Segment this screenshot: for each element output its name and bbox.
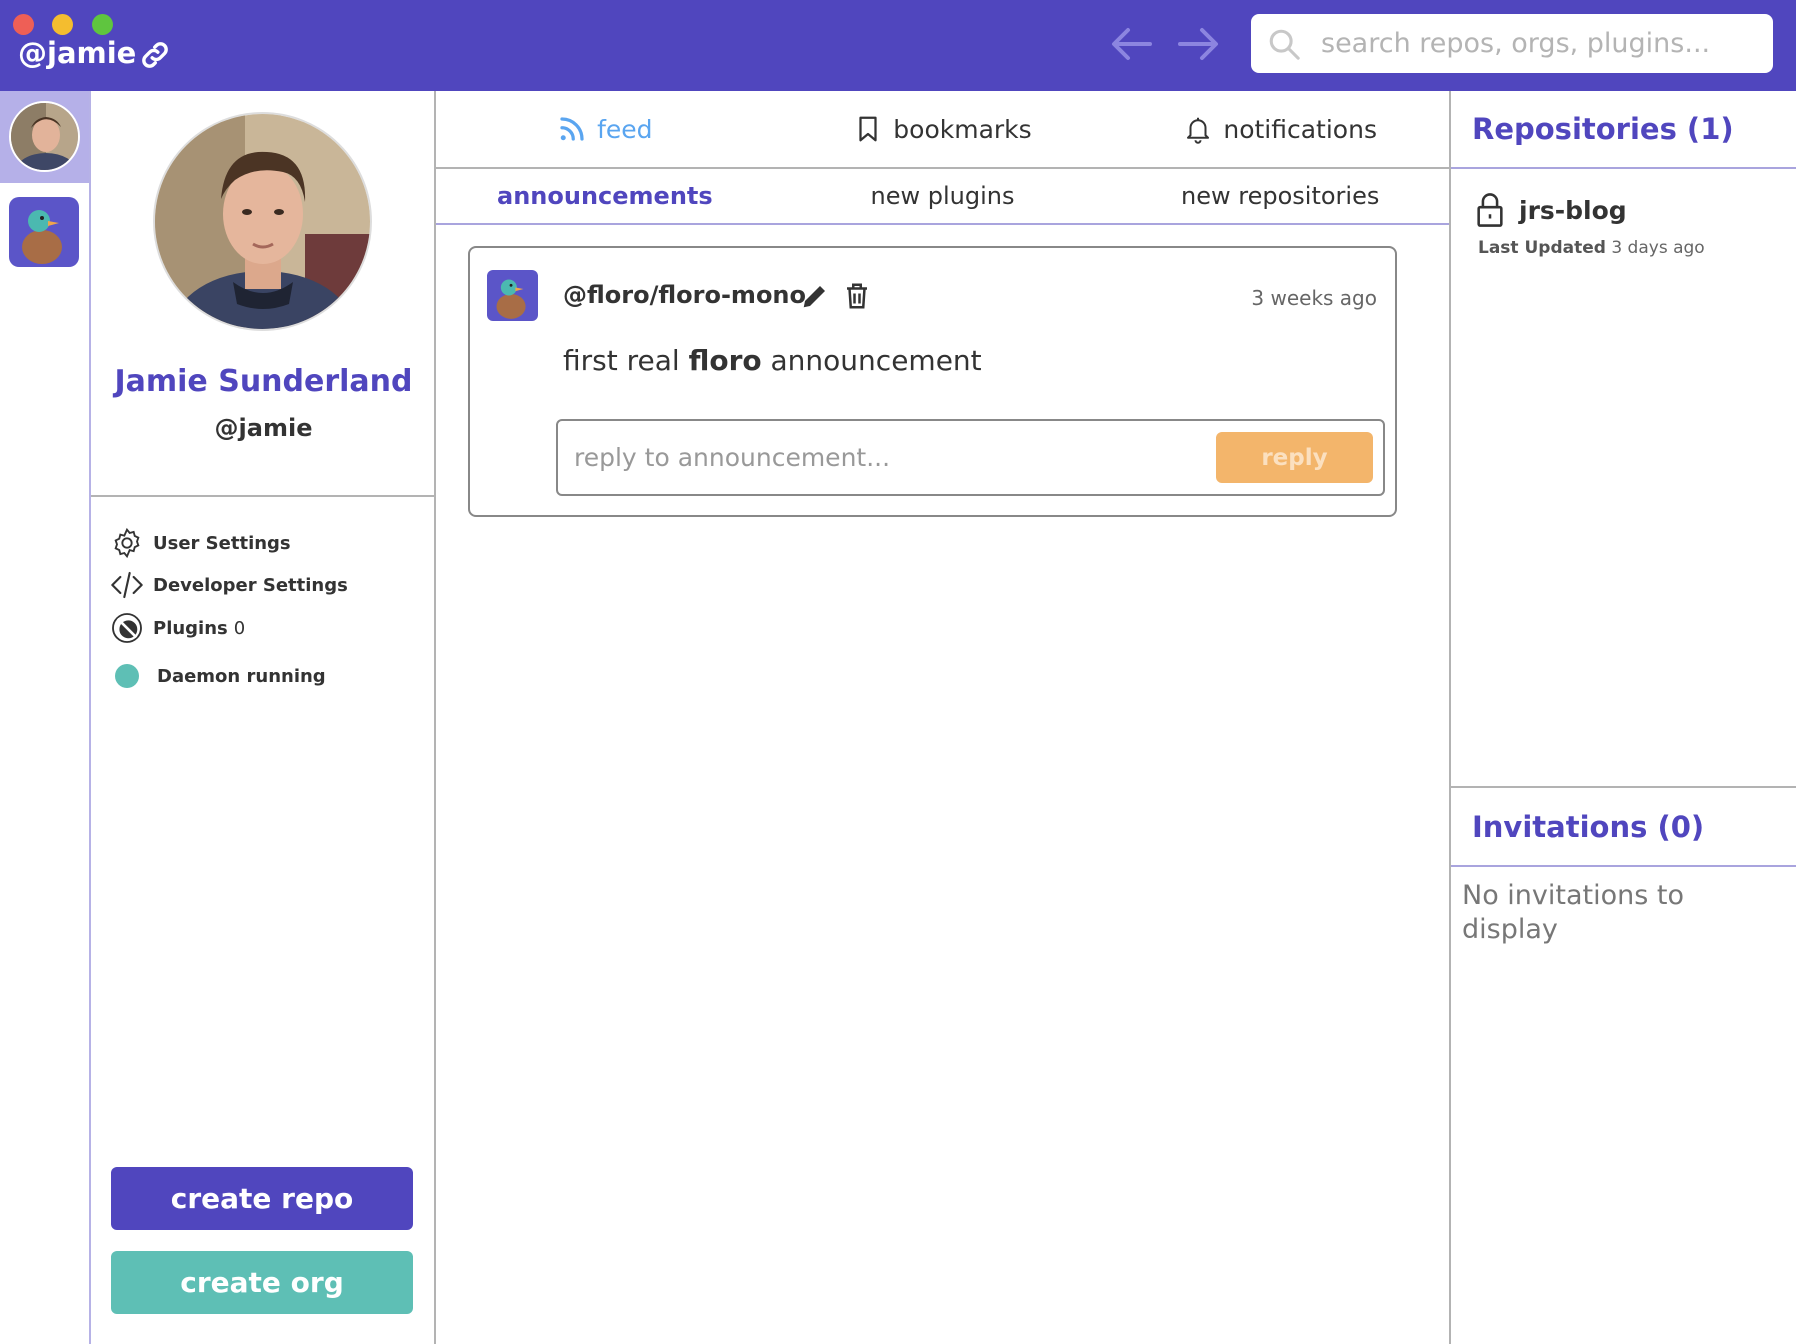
tab-feed[interactable]: feed [436,91,774,167]
search-icon [1269,29,1300,60]
announcement-card: @floro/floro-mono 3 weeks ago first real… [468,246,1397,517]
create-org-button[interactable]: create org [111,1251,413,1314]
announcement-text-bold: floro [688,344,762,377]
invitations-title: Invitations (0) [1472,810,1705,844]
no-invitations-message: No invitations to display [1462,880,1684,945]
announcement-text: first real floro announcement [563,344,982,377]
bookmark-icon [859,116,877,142]
search-input[interactable] [1321,28,1761,59]
feed-panel: feed bookmarks notifications announcemen… [436,91,1449,1344]
subtab-new-repositories[interactable]: new repositories [1111,169,1449,223]
current-user-handle: @jamie [18,36,137,70]
close-window-button[interactable] [13,14,34,35]
plugins-label: Plugins [153,617,228,639]
forward-arrow-icon[interactable] [1176,24,1220,64]
repo-updated-label: Last Updated [1478,238,1606,258]
user-settings-link[interactable]: User Settings [111,527,291,559]
repo-item[interactable]: jrs-blog [1475,193,1627,227]
tab-bookmarks-label: bookmarks [893,114,1032,144]
reply-button[interactable]: reply [1216,432,1373,483]
plugins-count: 0 [233,617,246,639]
gear-icon [114,527,140,559]
create-repo-button[interactable]: create repo [111,1167,413,1230]
search-bar[interactable] [1251,14,1773,73]
profile-panel: Jamie Sunderland @jamie User Settings De… [91,91,436,1344]
daemon-status-label: Daemon running [157,665,326,687]
invitations-separator [1451,786,1796,788]
plugins-link[interactable]: Plugins 0 [111,612,245,644]
announcement-author-avatar[interactable] [487,270,538,321]
reply-input[interactable] [558,443,1216,472]
repo-updated-value: 3 days ago [1611,238,1705,258]
announcement-text-part: first real [563,344,689,377]
subtab-announcements[interactable]: announcements [436,169,774,223]
developer-settings-label: Developer Settings [153,574,348,596]
account-rail [0,91,91,1344]
repositories-title: Repositories (1) [1472,112,1734,146]
repo-updated: Last Updated 3 days ago [1478,238,1705,258]
rail-user-avatar[interactable] [9,101,80,172]
trash-icon[interactable] [842,281,872,311]
minimize-window-button[interactable] [52,14,73,35]
tab-notifications-label: notifications [1223,114,1377,144]
reply-box: reply [556,419,1385,496]
daemon-status-dot [115,664,139,688]
link-icon[interactable] [138,38,172,72]
announcement-time: 3 weeks ago [1251,286,1377,310]
feed-subtabs: announcements new plugins new repositori… [436,169,1449,225]
maximize-window-button[interactable] [92,14,113,35]
developer-settings-link[interactable]: Developer Settings [111,569,348,601]
main-tabs: feed bookmarks notifications [436,91,1449,169]
profile-avatar [153,112,372,331]
lock-icon [1477,193,1503,227]
bell-icon [1187,117,1210,144]
sidebar-right: Repositories (1) jrs-blog Last Updated 3… [1449,91,1796,1344]
repo-name: jrs-blog [1519,195,1627,225]
back-arrow-icon[interactable] [1110,24,1154,64]
subtab-new-plugins[interactable]: new plugins [774,169,1112,223]
tab-feed-label: feed [597,114,653,144]
profile-name: Jamie Sunderland [114,364,413,399]
rail-org-avatar[interactable] [9,197,79,267]
profile-divider [91,495,436,497]
repositories-divider [1451,167,1796,169]
tab-notifications[interactable]: notifications [1111,91,1449,167]
daemon-status: Daemon running [111,664,326,688]
profile-handle: @jamie [214,414,313,442]
rss-feed-icon [560,117,584,141]
user-settings-label: User Settings [153,532,291,554]
tab-bookmarks[interactable]: bookmarks [774,91,1112,167]
announcement-text-part: announcement [761,344,982,377]
plugins-icon [112,613,142,643]
title-bar: @jamie [0,0,1796,91]
pencil-icon[interactable] [800,281,830,311]
invitations-divider [1451,865,1796,867]
announcement-author[interactable]: @floro/floro-mono [563,281,806,309]
code-icon [111,571,143,599]
